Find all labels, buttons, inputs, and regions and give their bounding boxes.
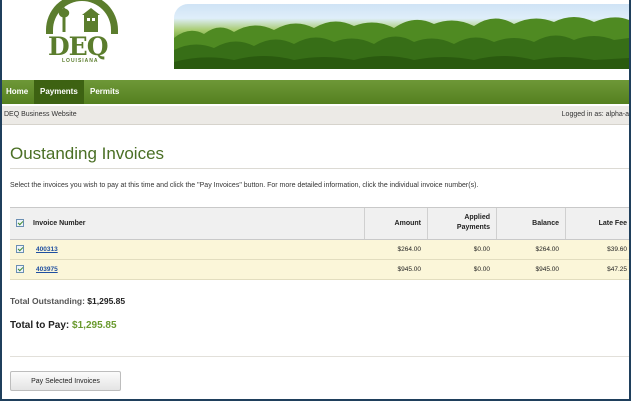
applied-cell: $0.00 <box>473 246 490 253</box>
main-nav: Home Payments Permits <box>2 80 629 104</box>
column-divider <box>427 208 428 239</box>
nav-item-permits[interactable]: Permits <box>86 80 126 104</box>
forest-banner-image <box>174 4 629 69</box>
page-title: Oustanding Invoices <box>10 144 165 163</box>
invoice-link[interactable]: 400313 <box>36 246 58 253</box>
forest-treeline-icon <box>174 17 629 69</box>
title-divider <box>10 168 629 169</box>
table-row: 400313 $264.00 $0.00 $264.00 $39.60 <box>10 240 629 260</box>
invoice-link[interactable]: 403975 <box>36 266 58 273</box>
site-header: DEQ LOUISIANA <box>2 0 629 79</box>
amount-cell: $264.00 <box>397 246 422 253</box>
pay-selected-invoices-button[interactable]: Pay Selected Invoices <box>10 371 121 391</box>
select-all-checkbox[interactable] <box>16 219 24 227</box>
header-invoice-number[interactable]: Invoice Number <box>33 219 86 228</box>
table-header: Invoice Number Amount Applied Payments B… <box>10 207 629 240</box>
total-outstanding-value: $1,295.85 <box>87 296 126 306</box>
row-checkbox[interactable] <box>16 245 24 253</box>
column-divider <box>364 208 365 239</box>
late-fee-cell: $39.60 <box>607 246 627 253</box>
info-bar: DEQ Business Website Logged in as: alpha… <box>2 106 629 125</box>
total-to-pay-label: Total to Pay: <box>10 320 70 331</box>
logged-in-text: Logged in as: alpha-a <box>561 111 629 118</box>
late-fee-cell: $47.25 <box>607 266 627 273</box>
balance-cell: $945.00 <box>535 266 560 273</box>
balance-cell: $264.00 <box>535 246 560 253</box>
header-payments[interactable]: Payments <box>430 223 490 232</box>
table-row: 403975 $945.00 $0.00 $945.00 $47.25 <box>10 260 629 280</box>
header-balance[interactable]: Balance <box>498 219 559 228</box>
applied-cell: $0.00 <box>473 266 490 273</box>
logo-text: DEQ <box>48 32 109 61</box>
nav-item-payments[interactable]: Payments <box>34 80 84 104</box>
section-divider <box>10 356 629 357</box>
column-divider <box>565 208 566 239</box>
header-late-fee[interactable]: Late Fee <box>567 219 627 228</box>
column-divider <box>496 208 497 239</box>
nav-item-home[interactable]: Home <box>2 80 33 104</box>
logo-tree-house-icon <box>58 7 100 32</box>
instructions-text: Select the invoices you wish to pay at t… <box>10 182 479 189</box>
row-checkbox[interactable] <box>16 265 24 273</box>
total-to-pay-value: $1,295.85 <box>72 320 117 331</box>
total-outstanding-label: Total Outstanding: <box>10 296 85 306</box>
deq-logo[interactable]: DEQ LOUISIANA <box>42 0 132 74</box>
amount-cell: $945.00 <box>397 266 422 273</box>
total-outstanding: Total Outstanding: $1,295.85 <box>10 296 125 306</box>
header-applied[interactable]: Applied <box>430 213 490 222</box>
site-name-text: DEQ Business Website <box>4 111 77 118</box>
browser-viewport: DEQ LOUISIANA Home Payments Permits DEQ … <box>2 0 629 399</box>
total-to-pay: Total to Pay: $1,295.85 <box>10 320 117 331</box>
logo-subtext: LOUISIANA <box>62 58 99 64</box>
header-amount[interactable]: Amount <box>366 219 421 228</box>
